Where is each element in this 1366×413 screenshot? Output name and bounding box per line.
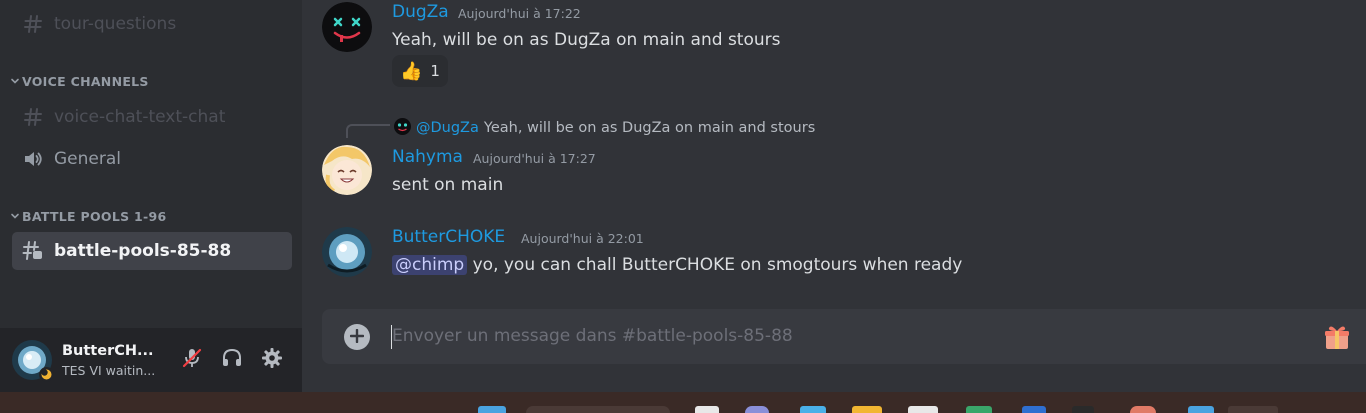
status-indicator — [39, 367, 54, 382]
app-icon[interactable] — [1072, 406, 1094, 413]
user-status: TES VI waitin... — [62, 363, 156, 378]
hash-thread-icon — [22, 240, 44, 262]
headphones-icon — [221, 347, 243, 373]
os-taskbar — [0, 392, 1366, 413]
category-label: BATTLE POOLS 1-96 — [22, 208, 167, 224]
user-panel: ButterCH... TES VI waitin... — [0, 328, 302, 392]
app-icon-active[interactable] — [1228, 406, 1278, 413]
message-text: @chimp yo, you can chall ButterCHOKE on … — [392, 255, 962, 275]
reply-avatar — [394, 117, 411, 139]
channel-label: tour-questions — [54, 14, 177, 34]
taskbar-search[interactable] — [526, 406, 670, 413]
chevron-down-icon — [8, 76, 22, 86]
avatar[interactable] — [12, 340, 54, 382]
hash-icon — [22, 106, 44, 128]
message-body: yo, you can chall ButterCHOKE on smogtou… — [467, 255, 963, 275]
reaction-button[interactable]: 👍 1 — [392, 55, 448, 87]
gear-icon — [261, 347, 283, 373]
channel-tour-questions[interactable]: tour-questions — [12, 5, 292, 43]
speaker-icon — [22, 148, 44, 170]
mute-button[interactable] — [178, 346, 206, 374]
avatar[interactable] — [322, 227, 372, 277]
hash-icon — [22, 13, 44, 35]
channel-battle-pools-85-88[interactable]: battle-pools-85-88 — [12, 232, 292, 270]
app-icon[interactable] — [908, 406, 938, 413]
category-label: VOICE CHANNELS — [22, 73, 149, 89]
message-text: sent on main — [392, 175, 504, 195]
channel-label: voice-chat-text-chat — [54, 107, 226, 127]
mic-muted-icon — [181, 347, 203, 373]
deafen-button[interactable] — [218, 346, 246, 374]
reply-connector — [346, 124, 390, 138]
app-icon[interactable] — [695, 406, 719, 413]
message-text: Yeah, will be on as DugZa on main and st… — [392, 30, 781, 50]
message-timestamp: Aujourd'hui à 17:22 — [458, 6, 581, 21]
channel-label: battle-pools-85-88 — [54, 241, 232, 261]
category-battle-pools[interactable]: BATTLE POOLS 1-96 — [8, 207, 167, 225]
avatar[interactable] — [322, 2, 372, 52]
channel-label: General — [54, 149, 121, 169]
settings-button[interactable] — [258, 346, 286, 374]
user-mention[interactable]: @chimp — [392, 255, 468, 275]
channel-sidebar: tour-questions VOICE CHANNELS voice-chat… — [0, 0, 302, 392]
message-timestamp: Aujourd'hui à 17:27 — [473, 151, 596, 166]
app-icon[interactable] — [966, 406, 992, 413]
app-icon[interactable] — [1022, 406, 1046, 413]
message-input[interactable] — [392, 321, 1292, 351]
discord-window: tour-questions VOICE CHANNELS voice-chat… — [0, 0, 1366, 413]
reply-preview[interactable]: @DugZa Yeah, will be on as DugZa on main… — [394, 117, 816, 139]
message-composer — [322, 309, 1366, 364]
category-voice-channels[interactable]: VOICE CHANNELS — [8, 72, 149, 90]
message-author[interactable]: DugZa — [392, 2, 449, 22]
folder-icon[interactable] — [852, 406, 882, 413]
channel-voice-chat-text-chat[interactable]: voice-chat-text-chat — [12, 98, 292, 136]
chat-area: DugZa Aujourd'hui à 17:22 Yeah, will be … — [302, 0, 1366, 392]
channel-general[interactable]: General — [12, 140, 292, 178]
reply-text: Yeah, will be on as DugZa on main and st… — [483, 120, 816, 136]
app-icon[interactable] — [745, 406, 769, 413]
plus-icon — [349, 328, 365, 347]
attach-button[interactable] — [344, 324, 370, 350]
app-icon[interactable] — [800, 406, 826, 413]
gift-icon — [1322, 326, 1352, 356]
reaction-count: 1 — [430, 62, 440, 80]
user-name: ButterCH... — [62, 343, 154, 359]
message-timestamp: Aujourd'hui à 22:01 — [521, 231, 644, 246]
reply-author[interactable]: @DugZa — [416, 120, 479, 136]
avatar[interactable] — [322, 145, 372, 195]
thumbs-up-icon: 👍 — [400, 60, 423, 82]
windows-start-icon[interactable] — [478, 406, 506, 413]
message-author[interactable]: Nahyma — [392, 147, 463, 167]
message-author[interactable]: ButterCHOKE — [392, 227, 505, 247]
chevron-down-icon — [8, 211, 22, 221]
app-icon[interactable] — [1188, 406, 1214, 413]
app-icon[interactable] — [1130, 406, 1156, 413]
gift-button[interactable] — [1322, 322, 1352, 352]
